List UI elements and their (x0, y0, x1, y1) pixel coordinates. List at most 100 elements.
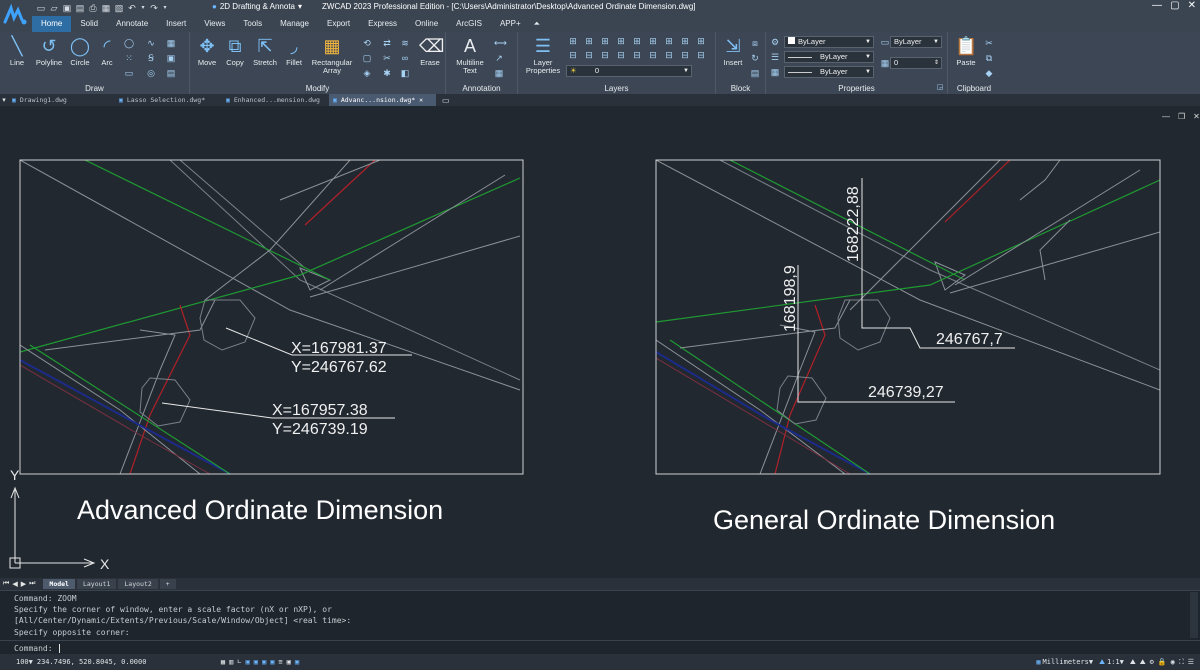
drawing-canvas[interactable]: X=167981.37 Y=246767.62 X=167957.38 Y=24… (0, 106, 1200, 578)
layer-merge-icon[interactable]: ⊟ (584, 50, 594, 60)
first-tab-icon[interactable]: ⏮ (3, 580, 9, 588)
tab-app-plus[interactable]: APP+ (491, 16, 530, 32)
region-icon[interactable]: Ꞩ (146, 53, 156, 63)
redo-icon[interactable]: ↷ (149, 3, 159, 13)
otrack-icon[interactable]: ▣ (262, 658, 266, 666)
trim-icon[interactable]: ✂ (382, 53, 392, 63)
layer-state-icon[interactable]: ⊞ (568, 36, 578, 46)
command-input[interactable]: Command: (0, 640, 1200, 654)
edit-block-icon[interactable]: ↻ (750, 53, 760, 63)
close-icon[interactable]: ✕ (1188, 0, 1196, 16)
scale-icon[interactable]: ▢ (362, 53, 372, 63)
rectangular-array-button[interactable]: ▦ Rectangular Array (308, 35, 356, 75)
tab-online[interactable]: Online (406, 16, 447, 32)
tab-views[interactable]: Views (195, 16, 234, 32)
maximize-icon[interactable]: ▢ (1170, 0, 1179, 16)
break-icon[interactable]: ✱ (382, 68, 392, 78)
tab-home[interactable]: Home (32, 16, 72, 32)
extend-icon[interactable]: ∞ (400, 53, 410, 63)
annotation-scale-value[interactable]: 1:1 (1107, 658, 1120, 666)
layer-properties-button[interactable]: ☰ Layer Properties (522, 35, 564, 75)
move-button[interactable]: ✥ Move (194, 35, 220, 67)
layer-dropdown[interactable]: ☀ 0 ▼ (566, 65, 692, 77)
plot-preview-icon[interactable]: ▦ (101, 3, 111, 13)
multiline-text-button[interactable]: A Multiline Text (450, 35, 490, 75)
point-icon[interactable]: ⁙ (124, 53, 134, 63)
publish-icon[interactable]: ▧ (114, 3, 124, 13)
save-icon[interactable]: ▣ (62, 3, 72, 13)
transparency-toggle-icon[interactable]: ▣ (287, 658, 291, 666)
tab-insert[interactable]: Insert (157, 16, 195, 32)
workspace-dropdown[interactable]: ● 2D Drafting & Annota ▾ (212, 2, 306, 14)
workspace-switch-icon[interactable]: ⚙ (1150, 658, 1154, 666)
add-layout-button[interactable]: + (159, 579, 176, 589)
lineweight-dropdown[interactable]: ByLayer ▼ (784, 66, 874, 78)
layer-copy-icon[interactable]: ⊟ (664, 50, 674, 60)
join-icon[interactable]: ◧ (400, 68, 410, 78)
command-scrollbar[interactable] (1190, 592, 1198, 638)
next-tab-icon[interactable]: ▶ (21, 580, 26, 588)
arc-button[interactable]: ◜ Arc (95, 35, 119, 67)
minimize-icon[interactable]: — (1152, 0, 1162, 16)
color-dropdown[interactable]: ByLayer ▼ (784, 36, 874, 48)
paste-button[interactable]: 📋 Paste (952, 35, 980, 67)
restore-icon[interactable]: ❐ (1178, 112, 1185, 121)
print-icon[interactable]: ⎙ (88, 3, 98, 13)
cut-icon[interactable]: ✂ (984, 38, 994, 48)
close-icon[interactable]: ✕ (419, 96, 423, 104)
wipeout-icon[interactable]: ▤ (166, 68, 176, 78)
hardware-accel-icon[interactable]: ◉ (1171, 658, 1175, 666)
last-tab-icon[interactable]: ⏭ (29, 580, 35, 588)
doc-tab-drawing1[interactable]: ▣ Drawing1.dwg (8, 94, 115, 106)
new-tab-icon[interactable]: ▭ (442, 96, 450, 105)
hatch-icon[interactable]: ▦ (166, 38, 176, 48)
grid-icon[interactable]: ▦ (221, 658, 225, 666)
units-value[interactable]: Millimeters (1043, 658, 1089, 666)
match-properties-icon[interactable]: ⚙ (770, 37, 780, 47)
mirror-icon[interactable]: ⇄ (382, 38, 392, 48)
save-as-icon[interactable]: ▤ (75, 3, 85, 13)
copy-button[interactable]: ⧉ Copy (222, 35, 248, 67)
prev-tab-icon[interactable]: ◀ (12, 580, 17, 588)
minimize-icon[interactable]: — (1162, 112, 1170, 121)
layer-previous-icon[interactable]: ⊞ (600, 36, 610, 46)
drawing-viewport[interactable]: X=167981.37 Y=246767.62 X=167957.38 Y=24… (0, 106, 1200, 578)
doc-tab-advanced[interactable]: ▣ Advanc...nsion.dwg* ✕ (329, 94, 436, 106)
tab-manage[interactable]: Manage (271, 16, 318, 32)
layer-thaw-icon[interactable]: ⊟ (616, 50, 626, 60)
scale-dropdown-icon[interactable]: ▼ (1120, 658, 1124, 666)
tab-layout2[interactable]: Layout2 (118, 579, 158, 589)
table-icon[interactable]: ▦ (494, 68, 504, 78)
layer-walk-icon[interactable]: ⊟ (568, 50, 578, 60)
match-icon[interactable]: ◆ (984, 68, 994, 78)
layer-lock-icon[interactable]: ⊞ (680, 36, 690, 46)
undo-dropdown-icon[interactable]: ▾ (140, 3, 146, 13)
redo-dropdown-icon[interactable]: ▾ (162, 3, 168, 13)
polar-icon[interactable]: ▣ (246, 658, 250, 666)
layer-freeze-icon[interactable]: ⊞ (648, 36, 658, 46)
ellipse-icon[interactable]: ◯ (124, 38, 134, 48)
zoom-dropdown-icon[interactable]: ▼ (29, 658, 33, 666)
layer-on-icon[interactable]: ⊟ (632, 50, 642, 60)
clean-screen-icon[interactable]: ⛶ (1179, 658, 1184, 667)
layer-unlock-icon[interactable]: ⊞ (696, 36, 706, 46)
quick-properties-icon[interactable]: ▦ (770, 67, 780, 77)
circle-button[interactable]: ◯ Circle (66, 35, 94, 67)
dialog-launcher-icon[interactable]: ◲ (935, 83, 945, 93)
create-block-icon[interactable]: ⧈ (750, 38, 760, 48)
layer-match-icon[interactable]: ⊞ (584, 36, 594, 46)
tab-annotate[interactable]: Annotate (107, 16, 157, 32)
snap-icon[interactable]: ▥ (229, 658, 233, 666)
list-icon[interactable]: ☰ (770, 52, 780, 62)
tabs-menu-icon[interactable]: ▾ (0, 96, 8, 104)
annotation-visibility-icon[interactable]: ⛰ (1130, 658, 1136, 667)
ribbon-minimize-icon[interactable]: ⏶ (530, 16, 544, 32)
donut-icon[interactable]: ◎ (146, 68, 156, 78)
lineweight-icon[interactable]: ≡ (278, 658, 282, 666)
erase-button[interactable]: ⌫ Erase (416, 35, 444, 67)
tab-express[interactable]: Express (359, 16, 406, 32)
layer-current-icon[interactable]: ⊟ (648, 50, 658, 60)
block-attribute-icon[interactable]: ▤ (750, 68, 760, 78)
layer-unisolate-icon[interactable]: ⊞ (632, 36, 642, 46)
tab-tools[interactable]: Tools (234, 16, 271, 32)
